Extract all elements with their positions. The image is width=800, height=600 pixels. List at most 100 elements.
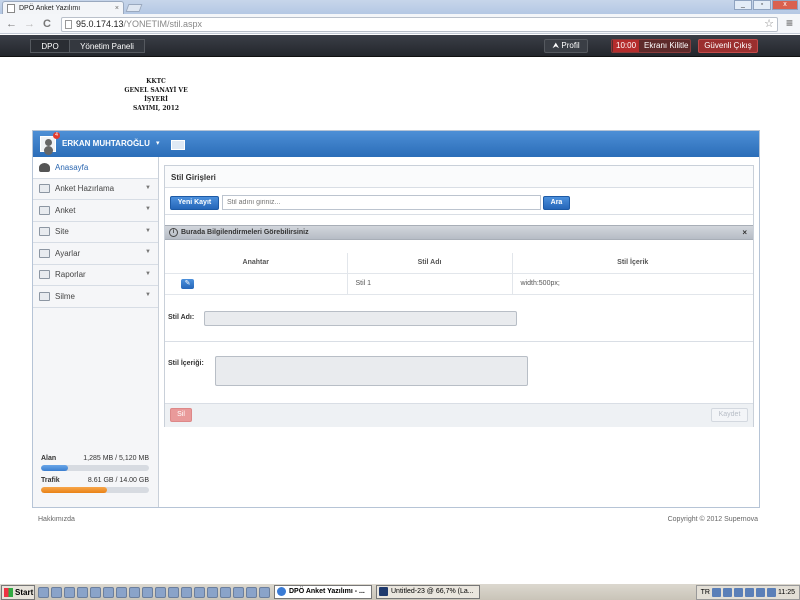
- quicklaunch-icon[interactable]: [116, 586, 127, 598]
- chevron-down-icon[interactable]: ▾: [156, 139, 160, 147]
- search-button[interactable]: Ara: [543, 196, 570, 210]
- quicklaunch-icon[interactable]: [90, 586, 101, 598]
- search-input[interactable]: [222, 195, 541, 210]
- search-row: Yeni Kayıt Ara: [165, 192, 753, 215]
- start-button[interactable]: Start: [1, 584, 35, 600]
- sidebar-item-reports[interactable]: Raporlar ▼: [33, 265, 158, 286]
- sidebar-item-home[interactable]: Anasayfa: [33, 157, 158, 179]
- delete-button[interactable]: Sil: [170, 408, 192, 422]
- browser-tab[interactable]: DPÖ Anket Yazılımı ×: [2, 1, 124, 14]
- style-entries-panel: Stil Girişleri Yeni Kayıt Ara i Burada B…: [164, 165, 754, 427]
- quicklaunch-icon[interactable]: [155, 586, 166, 598]
- main-panel: 4 ERKAN MUHTAROĞLU ▾ Anasayfa Anket Hazı…: [32, 130, 760, 508]
- sidebar-item-label: Anket: [55, 205, 76, 215]
- tray-icon[interactable]: [767, 587, 776, 597]
- tray-icon[interactable]: [712, 587, 721, 597]
- quicklaunch-icon[interactable]: [181, 586, 192, 598]
- tab-title: DPÖ Anket Yazılımı: [19, 4, 81, 12]
- table-row[interactable]: ✎ Stil 1 width:500px;: [165, 273, 753, 295]
- close-icon[interactable]: ×: [742, 226, 747, 239]
- quicklaunch-icon[interactable]: [38, 586, 49, 598]
- column-header-content: Stil İçerik: [512, 253, 753, 274]
- column-header-key: Anahtar: [165, 253, 348, 274]
- style-content-field[interactable]: [215, 356, 528, 386]
- quicklaunch-icon[interactable]: [220, 586, 231, 598]
- notification-badge[interactable]: 4: [53, 132, 60, 139]
- panel-header: 4 ERKAN MUHTAROĞLU ▾: [33, 131, 759, 157]
- page-icon: [65, 20, 72, 29]
- sidebar-item-survey[interactable]: Anket ▼: [33, 200, 158, 222]
- browser-tabstrip: DPÖ Anket Yazılımı × _ ▫ x: [0, 0, 800, 14]
- save-button[interactable]: Kaydet: [711, 408, 748, 422]
- lock-screen-button[interactable]: 10:00 Ekranı Kilitle: [611, 39, 691, 53]
- tray-icon[interactable]: [756, 587, 765, 597]
- forward-button[interactable]: →: [24, 18, 35, 30]
- sidebar-item-settings[interactable]: Ayarlar ▼: [33, 243, 158, 265]
- profile-button[interactable]: ⮝ Profil: [544, 39, 588, 53]
- quicklaunch-icon[interactable]: [233, 586, 244, 598]
- document-icon: [39, 184, 50, 194]
- browser-menu-icon[interactable]: ≡: [786, 16, 793, 30]
- address-bar[interactable]: 95.0.174.13/YONETIM/stil.aspx: [61, 17, 778, 32]
- tray-icon[interactable]: [745, 587, 754, 597]
- census-logo: KKTC GENEL SANAYİ VE İŞYERİ SAYIMI, 2012: [118, 77, 194, 113]
- back-button[interactable]: ←: [6, 18, 17, 30]
- quicklaunch-icon[interactable]: [142, 586, 153, 598]
- windows-logo-icon: [4, 587, 13, 597]
- quicklaunch-icon[interactable]: [103, 586, 114, 598]
- edit-icon[interactable]: ✎: [181, 278, 194, 289]
- form-actions: Sil Kaydet: [165, 403, 753, 427]
- quicklaunch-icon[interactable]: [64, 586, 75, 598]
- info-bar: i Burada Bilgilendirmeleri Görebilirsini…: [165, 225, 753, 240]
- os-taskbar: Start DPÖ Anket Yazılımı - ... Untitled-…: [0, 583, 800, 600]
- sidebar-item-delete[interactable]: Silme ▼: [33, 286, 158, 308]
- new-tab-button[interactable]: [125, 4, 143, 12]
- tab-close-icon[interactable]: ×: [115, 5, 119, 12]
- chevron-down-icon: ▼: [145, 206, 151, 212]
- quicklaunch-icon[interactable]: [77, 586, 88, 598]
- quicklaunch-icon[interactable]: [51, 586, 62, 598]
- close-window-button[interactable]: x: [772, 0, 798, 10]
- new-record-button[interactable]: Yeni Kayıt: [170, 196, 219, 210]
- sidebar: Anasayfa Anket Hazırlama ▼ Anket ▼ Site …: [33, 157, 159, 507]
- quicklaunch-icon[interactable]: [129, 586, 140, 598]
- quicklaunch-icon[interactable]: [246, 586, 257, 598]
- column-header-name: Stil Adı: [347, 253, 513, 274]
- sidebar-item-survey-prep[interactable]: Anket Hazırlama ▼: [33, 179, 158, 200]
- taskbar-item-photoshop[interactable]: Untitled-23 @ 66,7% (La...: [376, 585, 480, 599]
- style-content-label: Stil İçeriği:: [168, 360, 204, 367]
- about-link[interactable]: Hakkımızda: [38, 516, 75, 523]
- system-tray: TR 11:25: [695, 584, 800, 600]
- traffic-usage-bar: [41, 487, 149, 493]
- user-name[interactable]: ERKAN MUHTAROĞLU: [62, 139, 150, 148]
- disk-usage-value: 1,285 MB / 5,120 MB: [83, 455, 149, 462]
- sidebar-item-label: Anket Hazırlama: [55, 184, 115, 194]
- maximize-button[interactable]: ▫: [753, 0, 771, 10]
- url-path: /YONETIM/stil.aspx: [123, 19, 203, 29]
- home-icon: [39, 162, 50, 172]
- tray-icon[interactable]: [734, 587, 743, 597]
- taskbar-item-browser[interactable]: DPÖ Anket Yazılımı - ...: [274, 585, 372, 599]
- start-label: Start: [15, 587, 34, 597]
- folder-icon[interactable]: [171, 140, 185, 150]
- quicklaunch-icon[interactable]: [168, 586, 179, 598]
- breadcrumb-current[interactable]: Yönetim Paneli: [69, 39, 145, 53]
- bookmark-star-icon[interactable]: ☆: [764, 17, 774, 30]
- reload-button[interactable]: C: [43, 18, 51, 30]
- logout-button[interactable]: Güvenli Çıkış: [698, 39, 758, 53]
- quicklaunch-icon[interactable]: [259, 586, 270, 598]
- style-name-label: Stil Adı:: [168, 314, 195, 321]
- sidebar-item-site[interactable]: Site ▼: [33, 222, 158, 243]
- session-timer: 10:00: [613, 40, 640, 52]
- delete-icon: [39, 291, 50, 301]
- style-name-field[interactable]: [204, 311, 517, 326]
- url-host: 95.0.174.13: [76, 19, 124, 29]
- language-indicator[interactable]: TR: [701, 589, 710, 596]
- quicklaunch-icon[interactable]: [194, 586, 205, 598]
- breadcrumb-root[interactable]: DPO: [30, 39, 70, 53]
- chevron-down-icon: ▼: [145, 184, 151, 191]
- quicklaunch-icon[interactable]: [207, 586, 218, 598]
- minimize-button[interactable]: _: [734, 0, 752, 10]
- tray-icon[interactable]: [723, 587, 732, 597]
- page-favicon-icon: [7, 3, 15, 13]
